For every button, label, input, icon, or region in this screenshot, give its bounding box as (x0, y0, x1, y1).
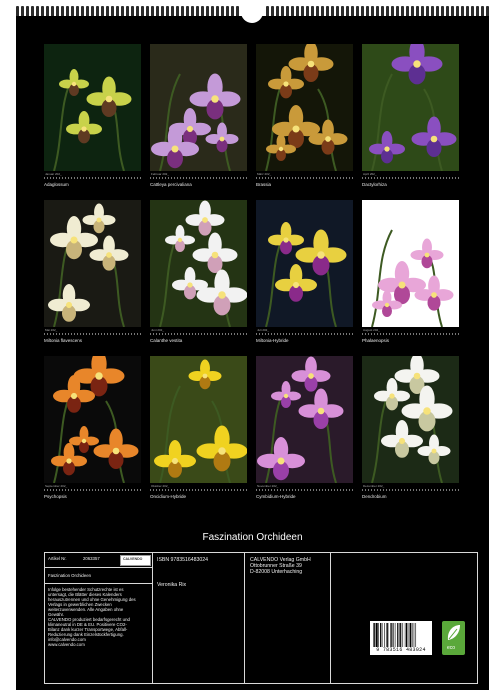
month-thumbnail: März 202_ Brassia (256, 44, 353, 200)
orchid-caption: Cymbidium-Hybride (256, 494, 296, 499)
month-label: August 202_ (363, 328, 380, 332)
publisher-city: D-82008 Unterhaching (250, 569, 303, 575)
month-thumbnail: Dezember 202_ Dendrobium (362, 356, 459, 512)
day-strip (44, 489, 141, 491)
orchid-caption: Brassia (256, 182, 272, 187)
legal-text: Infolge bestehender Schutzrechte ist es … (48, 587, 136, 647)
orchid-photo (150, 200, 247, 327)
orchid-caption: Dactylorhiza (362, 182, 387, 187)
calendar-back-cover: Januar 202_ Adaglossum Februar 202_ Catt… (16, 16, 489, 690)
barcode-bars (373, 623, 417, 647)
day-strip (256, 177, 353, 179)
orchid-photo (256, 200, 353, 327)
imprint-divider (45, 567, 152, 568)
day-strip (150, 489, 247, 491)
imprint-box: Artikel Nr. 2063357 CALVENDO Faszination… (44, 552, 478, 684)
barcode-number: 9 783516 483024 (376, 647, 426, 653)
orchid-photo (150, 356, 247, 483)
orchid-photo (44, 356, 141, 483)
orchid-photo (150, 44, 247, 171)
month-thumbnail: Oktober 202_ Oncidium-Hybride (150, 356, 247, 512)
month-thumbnail: Mai 202_ Miltonia flavescens (44, 200, 141, 356)
day-strip (44, 177, 141, 179)
leaf-icon (447, 625, 460, 640)
orchid-caption: Psychopsis (44, 494, 67, 499)
month-label: Juli 202_ (257, 328, 270, 332)
month-label: Juni 202_ (151, 328, 165, 332)
imprint-divider (152, 553, 153, 683)
calvendo-logo-text: CALVENDO (123, 557, 143, 561)
orchid-photo (256, 44, 353, 171)
month-thumbnail: Juli 202_ Miltonia-Hybride (256, 200, 353, 356)
month-thumbnail: August 202_ Phalaenopsis (362, 200, 459, 356)
eco-label: eco (442, 621, 465, 655)
month-thumbnail: Februar 202_ Cattleya percivaliana (150, 44, 247, 200)
day-strip (150, 177, 247, 179)
calendar-title: Faszination Orchideen (202, 532, 303, 543)
month-label: November 202_ (257, 484, 279, 488)
day-strip (150, 333, 247, 335)
orchid-photo (44, 44, 141, 171)
month-label: September 202_ (45, 484, 68, 488)
author: Veronika Rix (157, 582, 187, 588)
month-thumbnail: September 202_ Psychopsis (44, 356, 141, 512)
month-label: Januar 202_ (45, 172, 62, 176)
isbn: ISBN 9783516483024 (157, 557, 209, 563)
orchid-photo (44, 200, 141, 327)
orchid-photo (362, 200, 459, 327)
article-label: Artikel Nr. (48, 556, 67, 561)
imprint-divider (244, 553, 245, 683)
orchid-photo (256, 356, 353, 483)
orchid-caption: Adaglossum (44, 182, 69, 187)
month-label: März 202_ (257, 172, 272, 176)
orchid-photo (362, 356, 459, 483)
day-strip (44, 333, 141, 335)
orchid-caption: Miltonia flavescens (44, 338, 83, 343)
month-thumbnail: November 202_ Cymbidium-Hybride (256, 356, 353, 512)
imprint-divider (45, 583, 152, 584)
day-strip (256, 333, 353, 335)
orchid-caption: Miltonia-Hybride (256, 338, 289, 343)
orchid-caption: Calanthe vestita (150, 338, 183, 343)
day-strip (256, 489, 353, 491)
month-thumbnail-grid: Januar 202_ Adaglossum Februar 202_ Catt… (44, 44, 459, 512)
month-thumbnail: Juni 202_ Calanthe vestita (150, 200, 247, 356)
orchid-caption: Cattleya percivaliana (150, 182, 192, 187)
day-strip (362, 177, 459, 179)
month-label: Mai 202_ (45, 328, 58, 332)
eco-label-text: eco (447, 645, 456, 651)
orchid-caption: Dendrobium (362, 494, 387, 499)
day-strip (362, 489, 459, 491)
month-label: April 202_ (363, 172, 377, 176)
month-thumbnail: April 202_ Dactylorhiza (362, 44, 459, 200)
month-label: Februar 202_ (151, 172, 170, 176)
imprint-divider (330, 553, 331, 683)
orchid-caption: Oncidium-Hybride (150, 494, 187, 499)
month-label: Oktober 202_ (151, 484, 170, 488)
barcode: 9 783516 483024 (370, 621, 432, 655)
article-number: 2063357 (83, 556, 100, 561)
month-thumbnail: Januar 202_ Adaglossum (44, 44, 141, 200)
series-title: Faszination Orchideen (48, 573, 91, 578)
calvendo-logo: CALVENDO (120, 555, 151, 566)
legal-line: www.calvendo.com (48, 642, 85, 647)
month-label: Dezember 202_ (363, 484, 385, 488)
orchid-photo (362, 44, 459, 171)
orchid-caption: Phalaenopsis (362, 338, 390, 343)
day-strip (362, 333, 459, 335)
